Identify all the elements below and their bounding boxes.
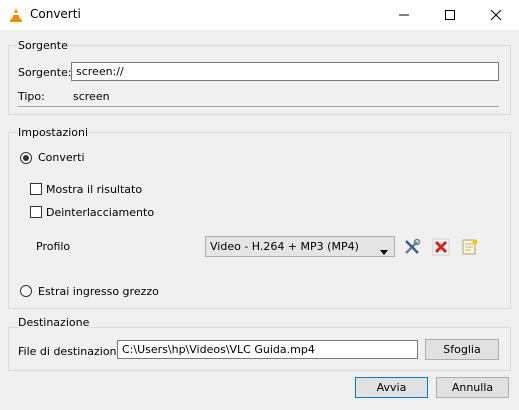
settings-group-title: Impostazioni	[18, 126, 89, 139]
show-output-checkbox[interactable]	[30, 183, 42, 195]
new-profile-button[interactable]	[460, 237, 480, 257]
destination-group-title: Destinazione	[18, 316, 90, 329]
deinterlace-checkbox[interactable]	[30, 206, 42, 218]
source-input[interactable]: screen://	[71, 62, 499, 81]
title-bar: Converti	[0, 0, 519, 30]
show-output-label: Mostra il risultato	[46, 183, 143, 196]
chevron-down-icon	[380, 244, 388, 259]
destination-file-input[interactable]: C:\Users\hp\Videos\VLC Guida.mp4	[117, 340, 418, 359]
minimize-button[interactable]	[381, 0, 427, 30]
close-icon	[491, 10, 501, 20]
source-label: Sorgente:	[18, 66, 72, 79]
source-separator	[18, 106, 499, 107]
start-button[interactable]: Avvia	[355, 377, 428, 398]
convert-radio[interactable]	[20, 152, 32, 164]
close-button[interactable]	[473, 0, 519, 30]
profile-select[interactable]: Video - H.264 + MP3 (MP4)	[205, 236, 395, 257]
raw-dump-label: Estrai ingresso grezzo	[38, 285, 159, 298]
source-group-title: Sorgente	[18, 39, 68, 52]
deinterlace-label: Deinterlacciamento	[46, 206, 155, 219]
browse-button[interactable]: Sfoglia	[425, 339, 499, 360]
maximize-icon	[445, 10, 455, 20]
type-value: screen	[73, 90, 110, 103]
minimize-icon	[399, 14, 409, 16]
new-profile-icon	[462, 239, 478, 255]
delete-red-x-icon	[432, 238, 450, 256]
edit-profile-button[interactable]	[402, 237, 422, 257]
window-title: Converti	[30, 7, 81, 21]
maximize-button[interactable]	[427, 0, 473, 30]
type-label: Tipo:	[18, 90, 45, 103]
profile-label: Profilo	[36, 240, 71, 253]
vlc-cone-icon	[8, 7, 24, 23]
wrench-screwdriver-icon	[405, 238, 421, 254]
raw-dump-radio[interactable]	[20, 285, 32, 297]
destination-file-label: File di destinazione:	[18, 345, 128, 358]
delete-profile-button[interactable]	[431, 237, 451, 257]
cancel-button[interactable]: Annulla	[436, 377, 509, 398]
profile-select-value: Video - H.264 + MP3 (MP4)	[210, 240, 359, 253]
convert-label: Converti	[38, 151, 85, 164]
